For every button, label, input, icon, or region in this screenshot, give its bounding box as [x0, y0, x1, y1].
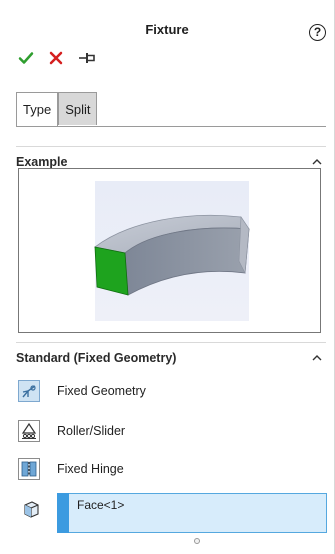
- ok-button[interactable]: [18, 50, 34, 66]
- checkmark-icon: [18, 52, 34, 64]
- resize-handle[interactable]: [194, 538, 200, 544]
- example-section-title: Example: [16, 155, 68, 169]
- option-label: Roller/Slider: [57, 424, 126, 438]
- curved-block-image: [94, 214, 250, 296]
- option-fixed-hinge[interactable]: Fixed Hinge: [18, 457, 124, 481]
- help-icon[interactable]: ?: [309, 24, 326, 41]
- divider: [16, 342, 326, 343]
- option-label: Fixed Hinge: [57, 462, 124, 476]
- fixture-property-manager: Fixture ? Type Split Example Standard (F…: [0, 0, 335, 554]
- option-roller-slider[interactable]: Roller/Slider: [18, 419, 125, 443]
- fixed-hinge-glyph: [21, 461, 37, 477]
- chevron-up-icon[interactable]: [312, 157, 322, 167]
- fixed-geometry-glyph: [22, 385, 36, 398]
- fixed-geometry-icon[interactable]: [18, 380, 40, 402]
- example-preview: [18, 168, 321, 333]
- option-label: Fixed Geometry: [57, 384, 146, 398]
- roller-slider-glyph: [21, 422, 37, 439]
- chevron-up-icon[interactable]: [312, 353, 322, 363]
- fixed-hinge-icon[interactable]: [18, 458, 40, 480]
- selection-row: Face<1>: [16, 492, 327, 534]
- close-icon: [49, 51, 63, 65]
- panel-title: Fixture: [145, 22, 189, 37]
- action-bar: [18, 50, 95, 66]
- divider: [16, 146, 326, 147]
- selection-color-bar: [57, 493, 69, 533]
- face-selection-icon: [24, 501, 39, 518]
- pushpin-icon: [79, 53, 95, 63]
- tab-strip: Type Split: [16, 92, 326, 127]
- face-selection-box[interactable]: Face<1>: [57, 493, 327, 533]
- tab-type[interactable]: Type: [16, 92, 59, 126]
- tab-split[interactable]: Split: [58, 92, 98, 125]
- option-fixed-geometry[interactable]: Fixed Geometry: [18, 379, 146, 403]
- roller-slider-icon[interactable]: [18, 420, 40, 442]
- selection-item[interactable]: Face<1>: [77, 498, 124, 512]
- panel-header: Fixture ?: [0, 0, 334, 56]
- standard-section-title: Standard (Fixed Geometry): [16, 351, 177, 365]
- pin-button[interactable]: [78, 50, 95, 66]
- cancel-button[interactable]: [48, 50, 64, 66]
